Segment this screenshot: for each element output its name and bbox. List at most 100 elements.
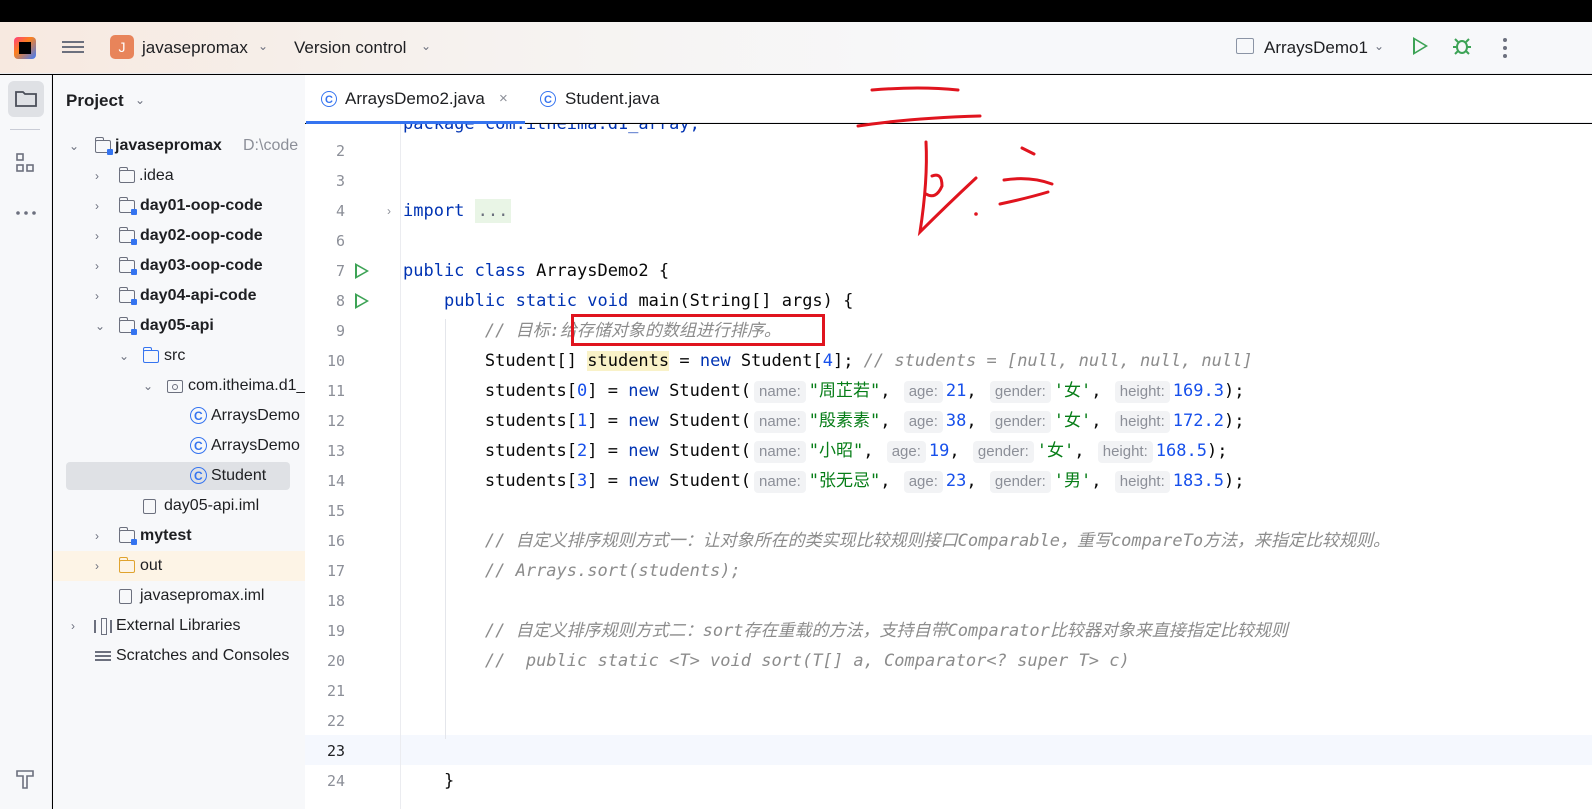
number: 2 [577, 441, 588, 461]
tree-item-day05-iml[interactable]: day05-api.iml [53, 491, 305, 521]
source-folder-icon [142, 347, 159, 363]
tree-item-day02[interactable]: › day02-oop-code [53, 221, 305, 251]
param-hint: height: [1097, 441, 1153, 463]
tree-item-day04[interactable]: › day04-api-code [53, 281, 305, 311]
param-hint: age: [903, 471, 943, 493]
tree-item-src[interactable]: ⌄ src [53, 341, 305, 371]
param-hint: name: [754, 381, 806, 403]
code-line: 17 // Arrays.sort(students); [305, 556, 1592, 586]
tree-item-mytest[interactable]: › mytest [53, 521, 305, 551]
hammer-icon [16, 770, 34, 789]
number: 4 [822, 351, 833, 371]
run-icon[interactable] [1413, 37, 1428, 55]
chevron-right-icon[interactable]: › [95, 521, 99, 551]
number: 21 [945, 381, 967, 401]
run-config-selector[interactable]: ArraysDemo1 [1264, 38, 1368, 58]
tree-item-day05[interactable]: ⌄ day05-api [53, 311, 305, 341]
version-control-menu[interactable]: Version control [294, 38, 406, 58]
keyword: new [628, 411, 659, 431]
chevron-down-icon[interactable]: ⌄ [258, 39, 268, 53]
tree-item-student[interactable]: Student [53, 461, 305, 491]
code-line: 15 [305, 496, 1592, 526]
chevron-right-icon[interactable]: › [95, 281, 99, 311]
chevron-down-icon[interactable]: ⌄ [119, 341, 129, 371]
scratches-icon [95, 649, 111, 663]
chevron-right-icon[interactable]: › [95, 251, 99, 281]
build-tool-button[interactable] [8, 761, 44, 797]
tree-item-package[interactable]: ⌄ com.itheima.d1_ [53, 371, 305, 401]
code-line: 13 students[2] = new Student(name: "小昭", … [305, 436, 1592, 466]
tree-item-root-iml[interactable]: javasepromax.iml [53, 581, 305, 611]
param-hint: height: [1114, 411, 1170, 433]
code-text: students[3] = new Student(name: "张无忌", ag… [403, 471, 1245, 493]
tree-item-day03[interactable]: › day03-oop-code [53, 251, 305, 281]
tree-item-label: day02-oop-code [140, 227, 263, 244]
chevron-right-icon[interactable]: › [95, 221, 99, 251]
chevron-down-icon[interactable]: ⌄ [69, 131, 79, 161]
line-number: 3 [335, 172, 345, 190]
chevron-right-icon[interactable]: › [95, 551, 99, 581]
char: '女' [1036, 441, 1075, 461]
project-panel-title[interactable]: Project [66, 91, 124, 111]
tree-item-day01[interactable]: › day01-oop-code [53, 191, 305, 221]
structure-tool-button[interactable] [8, 145, 44, 181]
tree-item-idea[interactable]: › .idea [53, 161, 305, 191]
chevron-right-icon[interactable]: › [95, 191, 99, 221]
tree-item-label: ArraysDemo [211, 407, 300, 424]
chevron-right-icon[interactable]: › [95, 161, 99, 191]
chevron-down-icon[interactable]: ⌄ [143, 371, 153, 401]
fold-chevron-icon[interactable]: › [387, 196, 391, 226]
code-text: students[0] = new Student(name: "周芷若", ag… [403, 381, 1245, 403]
project-tool-button[interactable] [8, 81, 44, 117]
number: 3 [577, 471, 588, 491]
tree-item-external-libraries[interactable]: › External Libraries [53, 611, 305, 641]
tree-item-arraysdemo1[interactable]: ArraysDemo [53, 401, 305, 431]
run-main-icon[interactable] [355, 293, 369, 309]
param-hint: height: [1114, 471, 1170, 493]
chevron-down-icon[interactable]: ⌄ [95, 311, 105, 341]
chevron-down-icon[interactable]: ⌄ [421, 39, 431, 53]
tree-item-label: day04-api-code [140, 287, 257, 304]
code-line: 18 [305, 586, 1592, 616]
module-folder-icon [118, 197, 137, 215]
project-switcher[interactable]: javasepromax [142, 38, 248, 58]
more-tools-button[interactable] [8, 195, 44, 231]
code-line-current: 23 [305, 736, 1592, 766]
string: "小昭" [808, 441, 864, 461]
code-line: 8 public static void main(String[] args)… [305, 286, 1592, 316]
ide-logo-icon[interactable] [14, 37, 36, 59]
debug-icon[interactable] [1452, 36, 1472, 56]
run-config-icon [1236, 38, 1254, 54]
line-number: 12 [326, 412, 345, 430]
code-text: students[1] = new Student(name: "殷素素", ag… [403, 411, 1245, 433]
code-text: public static void main(String[] args) { [403, 286, 853, 316]
folder-icon [15, 91, 37, 107]
number: 38 [945, 411, 967, 431]
tree-item-out[interactable]: › out [53, 551, 305, 581]
line-number: 24 [326, 772, 345, 790]
close-icon[interactable]: × [499, 75, 508, 123]
line-number: 19 [326, 622, 345, 640]
char: '男' [1053, 471, 1092, 491]
main-menu-icon[interactable] [62, 38, 84, 58]
run-class-icon[interactable] [355, 263, 369, 279]
more-actions-icon[interactable] [1503, 36, 1507, 62]
folded-imports[interactable]: ... [474, 199, 512, 223]
tree-item-scratches[interactable]: Scratches and Consoles [53, 641, 305, 671]
module-folder-icon [118, 227, 137, 245]
param-hint: gender: [972, 441, 1034, 463]
chevron-right-icon[interactable]: › [71, 611, 75, 641]
chevron-down-icon[interactable]: ⌄ [1374, 39, 1384, 53]
code-text: // public static <T> void sort(T[] a, Co… [403, 646, 1130, 676]
code-text: } [403, 766, 454, 796]
param-hint: height: [1114, 381, 1170, 403]
class-icon [540, 76, 556, 124]
tree-item-label: day03-oop-code [140, 257, 263, 274]
tree-item-root[interactable]: ⌄ javasepromax D:\code [53, 131, 305, 161]
project-badge[interactable]: J [110, 35, 134, 59]
tree-item-arraysdemo2[interactable]: ArraysDemo [53, 431, 305, 461]
chevron-down-icon[interactable]: ⌄ [135, 93, 145, 107]
closing-brace: } [443, 771, 455, 791]
char: '女' [1053, 381, 1092, 401]
type: Student[] [484, 351, 588, 371]
